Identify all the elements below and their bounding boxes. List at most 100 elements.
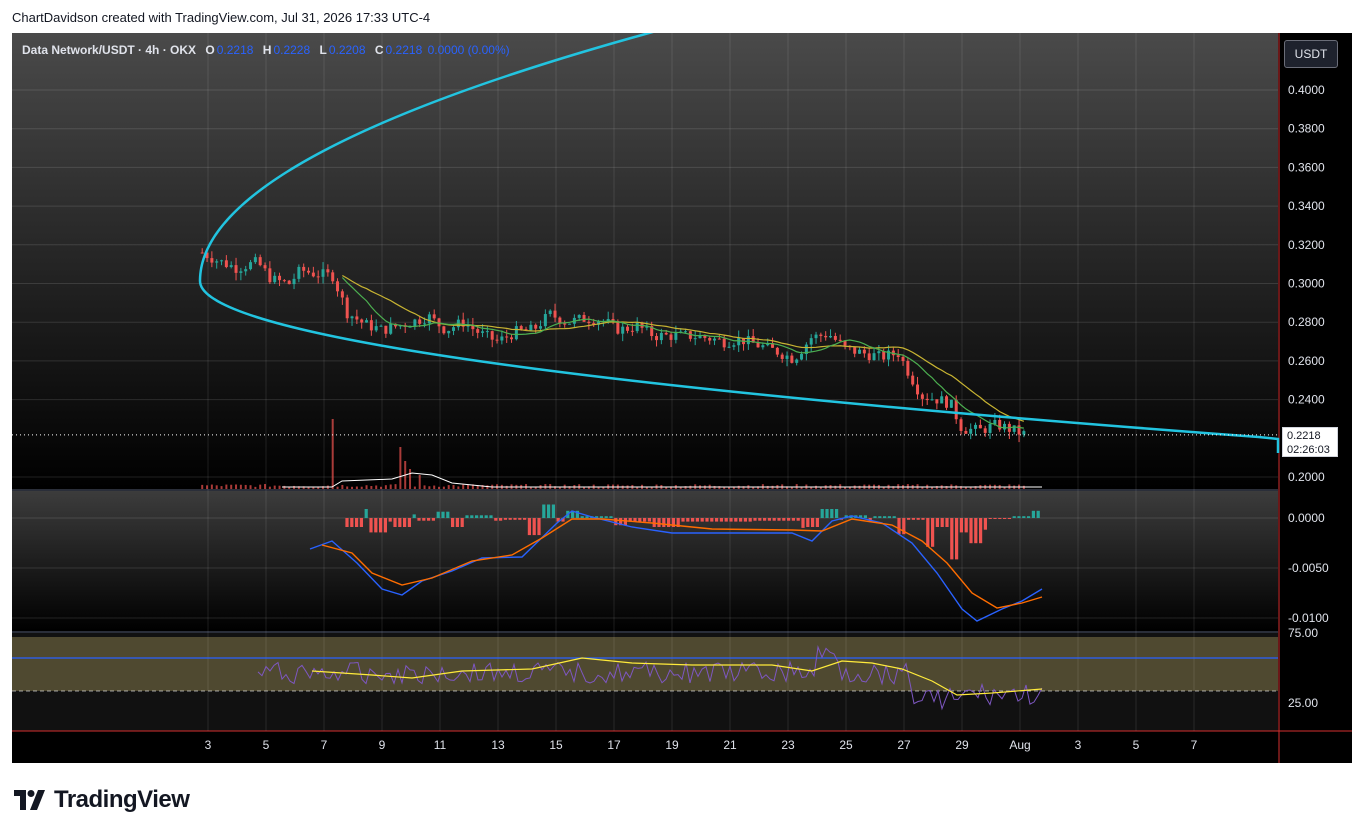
macd-histogram-bar bbox=[470, 515, 474, 518]
candle-body bbox=[278, 275, 282, 281]
volume-bar bbox=[370, 486, 373, 489]
candle-body bbox=[452, 327, 456, 331]
candle-body bbox=[664, 332, 668, 335]
macd-histogram-bar bbox=[1031, 510, 1035, 518]
candle-body bbox=[780, 354, 784, 359]
candle-body bbox=[563, 323, 567, 325]
price-tick-label: 0.3400 bbox=[1288, 199, 1325, 213]
macd-histogram-bar bbox=[359, 518, 363, 527]
candle-body bbox=[882, 351, 886, 360]
macd-histogram-bar bbox=[763, 518, 767, 521]
volume-bar bbox=[355, 486, 358, 489]
change-value: 0.0000 (0.00%) bbox=[427, 43, 510, 57]
macd-histogram-bar bbox=[782, 518, 786, 521]
candle-body bbox=[505, 336, 509, 338]
macd-histogram-bar bbox=[455, 518, 459, 527]
volume-bar bbox=[384, 485, 387, 489]
candle-body bbox=[998, 419, 1002, 430]
candle-body bbox=[713, 338, 717, 341]
macd-histogram-bar bbox=[748, 518, 752, 522]
volume-bar bbox=[259, 484, 262, 489]
macd-histogram-bar bbox=[739, 518, 743, 522]
candle-body bbox=[722, 338, 726, 348]
candle-body bbox=[949, 399, 953, 408]
volume-bar bbox=[428, 486, 431, 489]
macd-histogram-bar bbox=[657, 518, 661, 527]
macd-histogram-bar bbox=[1036, 510, 1040, 518]
macd-histogram-bar bbox=[926, 518, 930, 547]
macd-histogram-bar bbox=[422, 518, 426, 521]
macd-histogram-bar bbox=[897, 518, 901, 535]
last-price-value: 0.2218 bbox=[1287, 430, 1321, 442]
macd-histogram-bar bbox=[825, 509, 829, 518]
volume-bar bbox=[220, 486, 223, 489]
candle-body bbox=[969, 428, 973, 434]
macd-histogram-bar bbox=[412, 514, 416, 518]
volume-bar bbox=[206, 485, 209, 489]
candle-body bbox=[684, 331, 688, 333]
volume-bar bbox=[346, 486, 349, 489]
candle-body bbox=[258, 257, 262, 266]
chart-svg[interactable]: 0.4000 0.3800 0.3600 0.3400 0.3200 0.3000 0.28… bbox=[12, 33, 1352, 763]
macd-histogram-bar bbox=[523, 518, 527, 520]
candle-body bbox=[249, 262, 253, 270]
rsi-tick-label: 25.00 bbox=[1288, 696, 1318, 710]
candle-body bbox=[389, 323, 393, 334]
candle-body bbox=[282, 280, 286, 282]
candle-body bbox=[940, 396, 944, 404]
candle-body bbox=[853, 347, 857, 354]
candle-body bbox=[234, 265, 238, 273]
candle-body bbox=[263, 265, 267, 269]
chart-area[interactable]: 0.4000 0.3800 0.3600 0.3400 0.3200 0.3000 0.28… bbox=[12, 33, 1352, 763]
candle-body bbox=[200, 252, 204, 254]
time-tick-label: 13 bbox=[491, 738, 505, 752]
macd-histogram-bar bbox=[830, 509, 834, 518]
price-tick-label: 0.2000 bbox=[1288, 470, 1325, 484]
macd-histogram-bar bbox=[686, 518, 690, 522]
candle-body bbox=[529, 324, 533, 331]
volume-bar bbox=[433, 485, 436, 489]
macd-histogram-bar bbox=[796, 518, 800, 521]
time-tick-label: Aug bbox=[1009, 738, 1030, 752]
time-tick-label: 7 bbox=[321, 738, 328, 752]
macd-histogram-bar bbox=[940, 518, 944, 527]
macd-histogram-bar bbox=[475, 515, 479, 518]
volume-bar bbox=[235, 484, 238, 489]
macd-histogram-bar bbox=[955, 518, 959, 560]
open-label: O bbox=[205, 43, 215, 57]
candle-body bbox=[737, 337, 741, 346]
tradingview-logo[interactable]: TradingView bbox=[14, 786, 190, 814]
time-tick-label: 23 bbox=[781, 738, 795, 752]
volume-bar bbox=[394, 484, 397, 489]
candle-body bbox=[626, 326, 630, 331]
volume-bar bbox=[438, 486, 441, 489]
candle-body bbox=[1017, 425, 1021, 435]
candle-body bbox=[442, 326, 446, 334]
currency-button[interactable]: USDT bbox=[1284, 40, 1338, 68]
macd-histogram-bar bbox=[916, 518, 920, 520]
macd-histogram-bar bbox=[417, 518, 421, 521]
candle-body bbox=[514, 326, 518, 340]
candle-body bbox=[896, 355, 900, 357]
macd-pane-background bbox=[12, 491, 1278, 631]
candle-body bbox=[655, 336, 659, 341]
macd-histogram-bar bbox=[743, 518, 747, 522]
candle-body bbox=[432, 314, 436, 319]
volume-bar bbox=[447, 485, 450, 489]
candle-body bbox=[418, 319, 422, 324]
volume-bar bbox=[210, 484, 213, 489]
candle-body bbox=[215, 261, 219, 263]
candle-body bbox=[548, 310, 552, 315]
price-axis[interactable]: 0.4000 0.3800 0.3600 0.3400 0.3200 0.3000 0.28… bbox=[1288, 83, 1329, 710]
macd-histogram-bar bbox=[695, 518, 699, 522]
candle-body bbox=[519, 326, 523, 330]
time-axis[interactable]: 3 5 7 9 11 13 15 17 19 21 23 25 27 29 Aug 3 5 7 bbox=[205, 738, 1198, 752]
macd-histogram-bar bbox=[508, 518, 512, 520]
macd-histogram-bar bbox=[719, 518, 723, 522]
price-tick-label: 0.3800 bbox=[1288, 122, 1325, 136]
price-tick-label: 0.2600 bbox=[1288, 354, 1325, 368]
candle-body bbox=[756, 342, 760, 348]
macd-histogram-bar bbox=[604, 516, 608, 518]
candle-body bbox=[669, 334, 673, 340]
candle-body bbox=[911, 375, 915, 385]
